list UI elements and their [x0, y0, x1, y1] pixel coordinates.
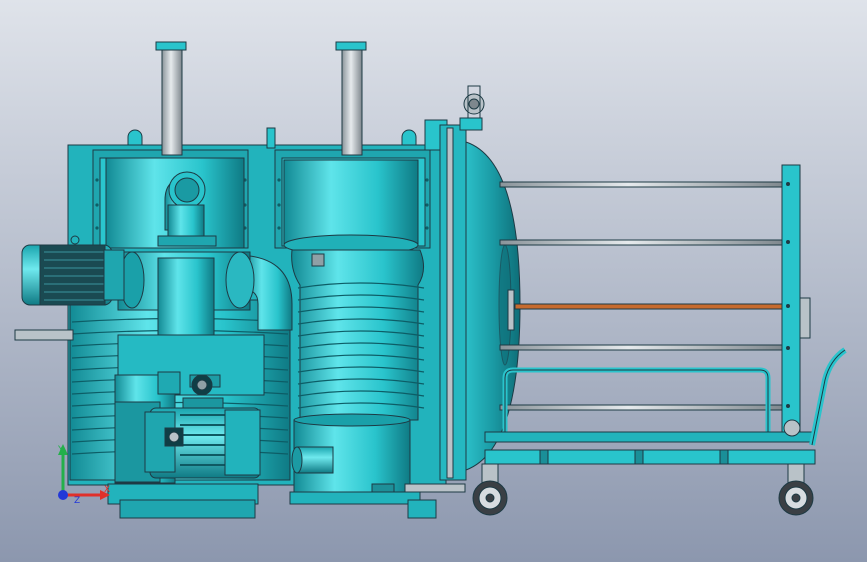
right-coil-chamber: [283, 159, 425, 499]
lower-motor: [144, 407, 261, 479]
x-axis-label: X: [104, 485, 110, 495]
z-axis-label: Z: [74, 496, 80, 506]
cad-viewport[interactable]: Y X Z: [0, 0, 867, 562]
cad-model-drawing: Y X Z: [0, 0, 867, 562]
z-axis-dot: [58, 490, 68, 500]
y-axis-label: Y: [57, 445, 64, 455]
